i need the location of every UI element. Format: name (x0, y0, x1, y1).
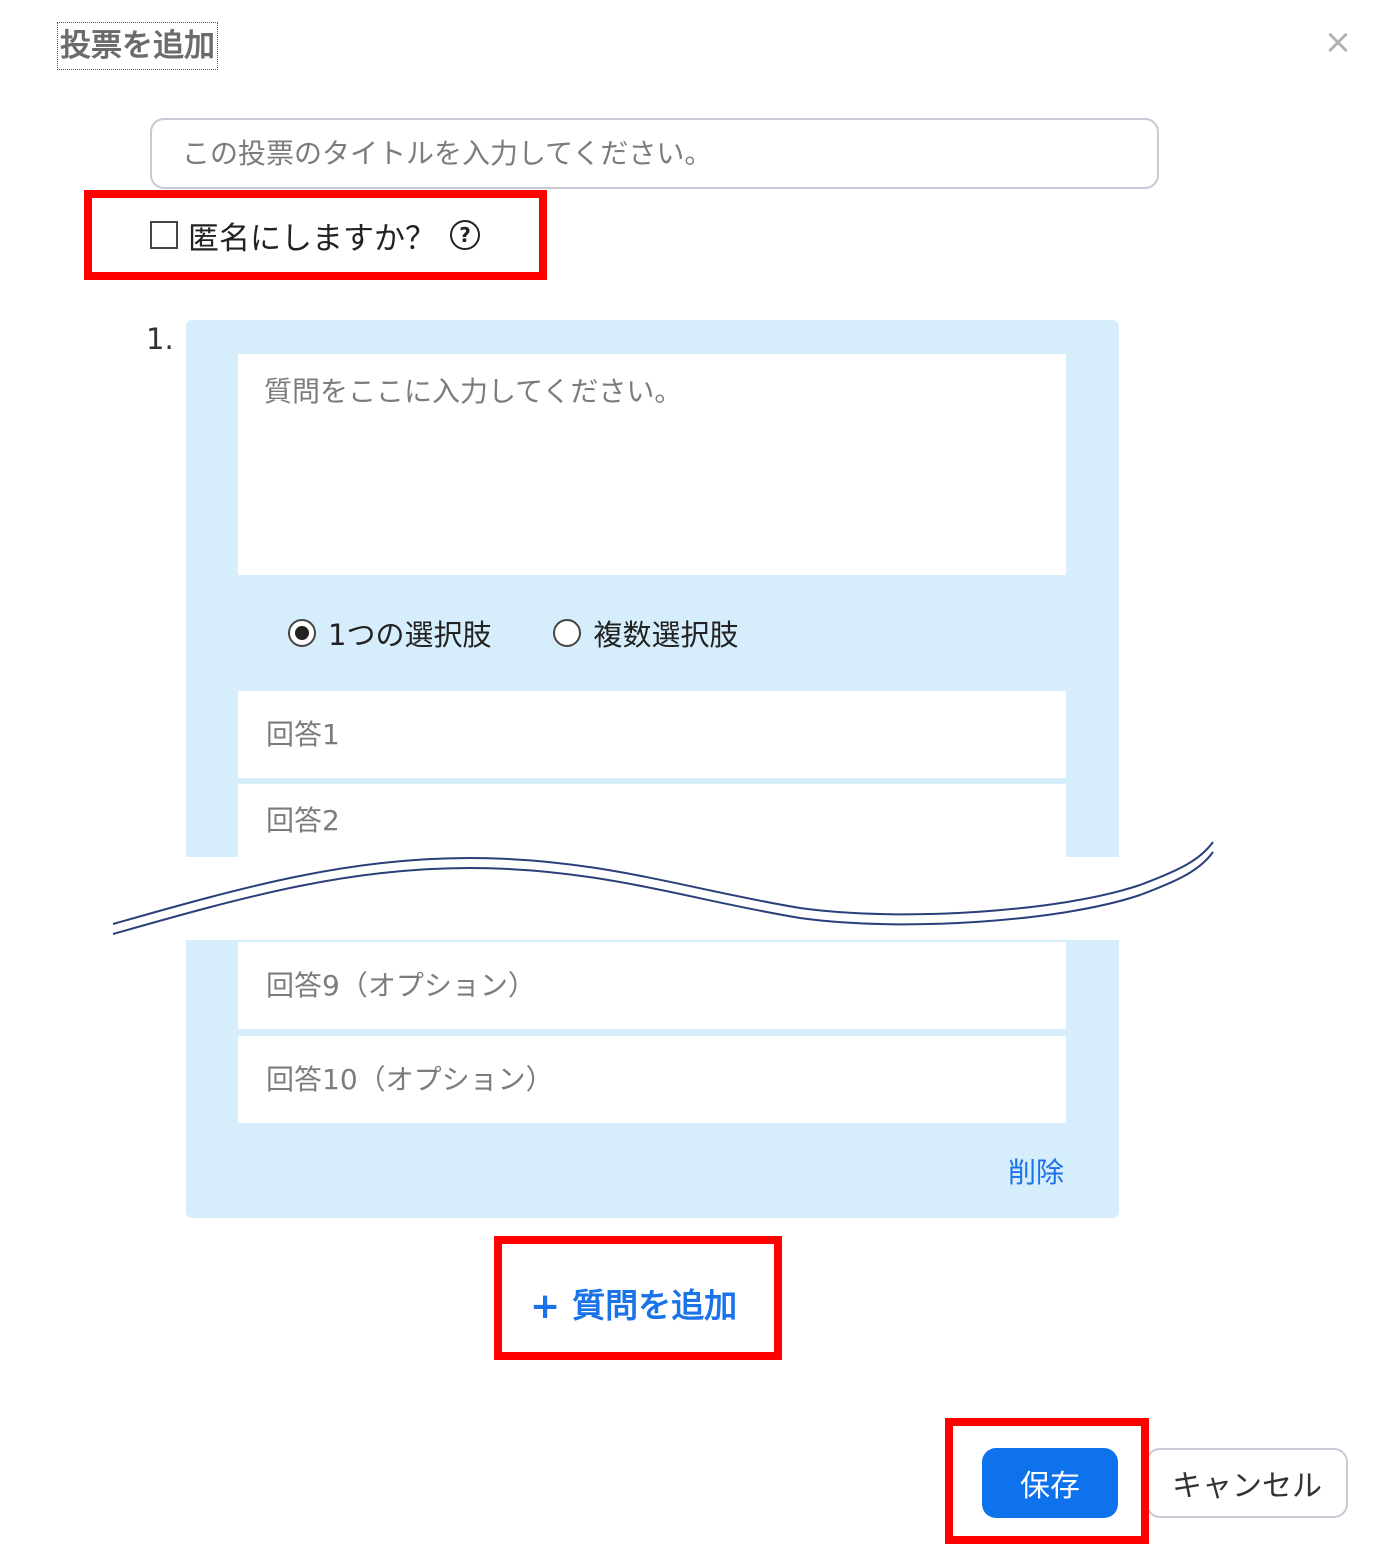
multiple-choice-label: 複数選択肢 (593, 618, 739, 652)
answer-9-input[interactable] (238, 942, 1066, 1029)
answer-1-input[interactable] (238, 691, 1066, 778)
single-choice-label: 1つの選択肢 (328, 618, 492, 652)
question-number: 1. (146, 322, 174, 356)
multiple-choice-radio[interactable] (553, 619, 582, 647)
dialog-title: 投票を追加 (57, 22, 218, 70)
annotation-box-add-question (494, 1236, 782, 1360)
multiple-choice-option[interactable]: 複数選択肢 (553, 612, 738, 654)
omission-break-lines (0, 841, 1399, 940)
annotation-box-save (945, 1418, 1149, 1544)
single-choice-option[interactable]: 1つの選択肢 (288, 612, 491, 654)
delete-question-link[interactable]: 削除 (1008, 1151, 1064, 1191)
question-input[interactable] (238, 354, 1066, 575)
close-icon[interactable]: × (1318, 22, 1358, 62)
answer-10-input[interactable] (238, 1036, 1066, 1123)
choice-type-group: 1つの選択肢 複数選択肢 (288, 608, 738, 658)
annotation-box-anonymous (84, 190, 547, 280)
single-choice-radio[interactable] (288, 619, 316, 647)
poll-title-input[interactable] (150, 118, 1159, 189)
cancel-button[interactable]: キャンセル (1146, 1448, 1348, 1518)
